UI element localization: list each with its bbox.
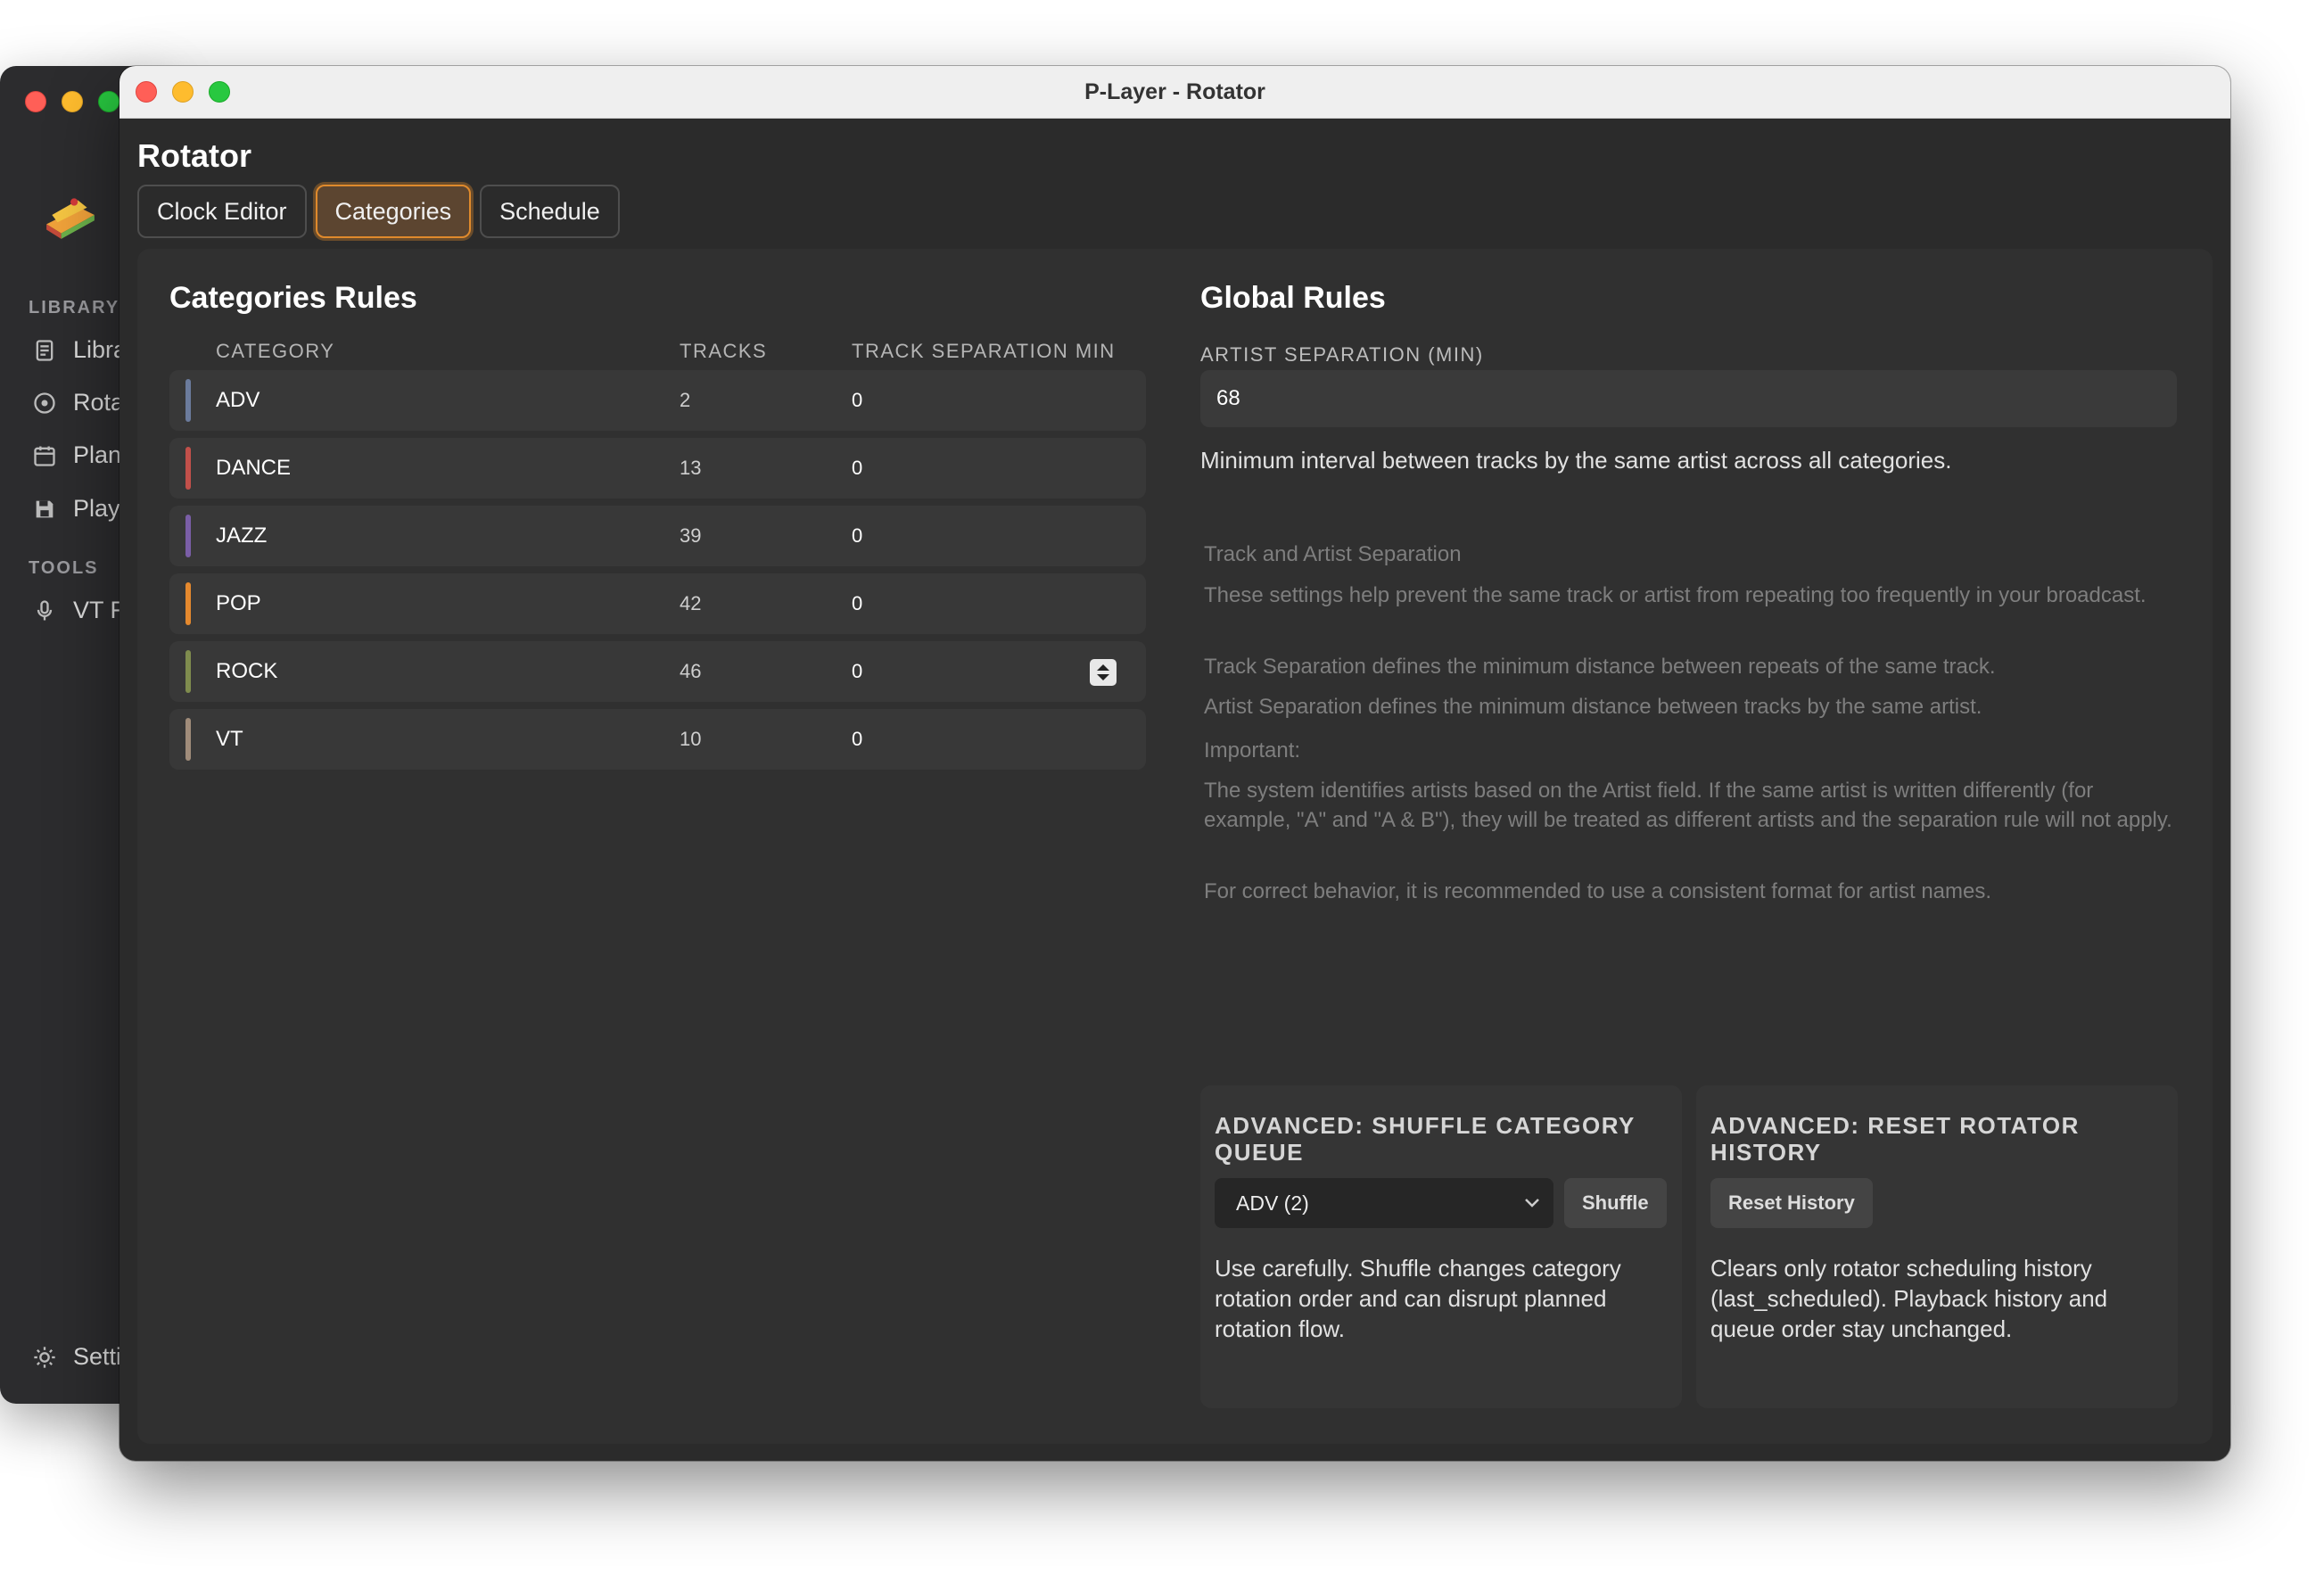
- help-text: These settings help prevent the same tra…: [1204, 583, 2147, 607]
- page-title: Rotator: [137, 137, 251, 174]
- track-separation-field[interactable]: 0: [852, 709, 862, 770]
- tab-clock-editor[interactable]: Clock Editor: [137, 185, 307, 238]
- category-name: ADV: [216, 388, 260, 412]
- window-title: P-Layer - Rotator: [1084, 78, 1265, 104]
- sidebar-item-rotator[interactable]: Rota: [32, 389, 124, 416]
- save-icon: [36, 500, 54, 517]
- help-heading: Track and Artist Separation: [1204, 542, 1462, 566]
- shuffle-card-title: ADVANCED: SHUFFLE CATEGORY QUEUE: [1215, 1112, 1636, 1166]
- categories-title: Categories Rules: [169, 281, 417, 315]
- calendar-icon: [34, 446, 55, 466]
- sidebar-item-playlists[interactable]: Play: [32, 495, 120, 523]
- category-track-count: 46: [680, 660, 702, 682]
- gear-icon: [34, 1346, 55, 1368]
- microphone-icon: [37, 599, 53, 620]
- reset-card-title: ADVANCED: RESET ROTATOR HISTORY: [1710, 1112, 2080, 1166]
- category-color-bar: [185, 515, 191, 557]
- category-track-count: 42: [680, 592, 702, 614]
- zoom-button[interactable]: [98, 91, 119, 112]
- category-color-bar: [185, 379, 191, 422]
- table-row[interactable]: ROCK 46 0: [169, 641, 1146, 702]
- zoom-button[interactable]: [209, 81, 230, 103]
- minimize-button[interactable]: [172, 81, 194, 103]
- minimize-button[interactable]: [62, 91, 83, 112]
- category-track-count: 39: [680, 524, 702, 547]
- track-separation-field[interactable]: 0: [852, 370, 862, 431]
- category-select-value: ADV (2): [1236, 1191, 1309, 1215]
- library-heading: LIBRARY: [29, 298, 120, 317]
- help-text: For correct behavior, it is recommended …: [1204, 879, 1992, 903]
- track-separation-field[interactable]: 0: [852, 573, 862, 634]
- table-row[interactable]: DANCE 13 0: [169, 438, 1146, 499]
- target-icon: [34, 392, 55, 414]
- global-rules-title: Global Rules: [1200, 281, 1386, 315]
- reset-history-button[interactable]: Reset History: [1710, 1178, 1873, 1228]
- category-color-bar: [185, 650, 191, 693]
- category-name: VT: [216, 727, 243, 751]
- table-row[interactable]: JAZZ 39 0: [169, 506, 1146, 566]
- help-text: Artist Separation defines the minimum di…: [1204, 695, 1982, 719]
- help-text: The system identifies artists based on t…: [1204, 779, 2172, 832]
- sidebar-item-planner[interactable]: Plan: [32, 441, 121, 469]
- rotator-window: P-Layer - Rotator Rotator Clock Editor C…: [119, 66, 2230, 1461]
- sidebar-item-label: Plan: [73, 441, 122, 468]
- help-text: Track Separation defines the minimum dis…: [1204, 655, 1996, 679]
- shuffle-card: ADVANCED: SHUFFLE CATEGORY QUEUE ADV (2)…: [1200, 1085, 1682, 1408]
- sidebar-item-label: Setti: [73, 1343, 122, 1370]
- stepper-icon[interactable]: [1090, 659, 1117, 686]
- app-logo-icon: [46, 198, 95, 239]
- background-window-controls: [25, 91, 119, 112]
- table-row[interactable]: POP 42 0: [169, 573, 1146, 634]
- sidebar-item-label: VT F: [73, 597, 126, 623]
- sidebar-item-settings[interactable]: Setti: [32, 1343, 121, 1371]
- reset-description: Clears only rotator scheduling history (…: [1710, 1255, 2108, 1342]
- table-row[interactable]: VT 10 0: [169, 709, 1146, 770]
- close-button[interactable]: [25, 91, 46, 112]
- category-color-bar: [185, 582, 191, 625]
- artist-separation-label: ARTIST SEPARATION (MIN): [1200, 343, 1484, 366]
- title-bar[interactable]: P-Layer - Rotator: [119, 66, 2230, 119]
- close-button[interactable]: [136, 81, 157, 103]
- table-row[interactable]: ADV 2 0: [169, 370, 1146, 431]
- category-name: DANCE: [216, 456, 292, 480]
- category-track-count: 10: [680, 728, 702, 750]
- track-separation-field[interactable]: 0: [852, 506, 862, 566]
- column-header-tracks: TRACKS: [680, 340, 768, 362]
- categories-panel: Categories Rules CATEGORY TRACKS TRACK S…: [137, 249, 2213, 1444]
- tab-bar: Clock Editor Categories Schedule: [137, 185, 620, 238]
- shuffle-button[interactable]: Shuffle: [1564, 1178, 1667, 1228]
- chevron-down-icon: [1525, 1199, 1539, 1208]
- category-track-count: 13: [680, 457, 702, 479]
- document-icon: [36, 339, 54, 361]
- reset-card: ADVANCED: RESET ROTATOR HISTORY Reset Hi…: [1696, 1085, 2178, 1408]
- track-separation-field[interactable]: 0: [852, 438, 862, 499]
- artist-separation-input[interactable]: [1200, 370, 2177, 427]
- column-header-separation: TRACK SEPARATION MIN: [852, 340, 1116, 362]
- category-select[interactable]: ADV (2): [1215, 1178, 1553, 1228]
- category-color-bar: [185, 718, 191, 761]
- category-name: POP: [216, 591, 261, 615]
- shuffle-description: Use carefully. Shuffle changes category …: [1215, 1255, 1621, 1342]
- window-controls: [136, 81, 230, 103]
- category-name: ROCK: [216, 659, 278, 683]
- sidebar-item-label: Rota: [73, 389, 125, 416]
- track-separation-field[interactable]: 0: [852, 641, 862, 702]
- sidebar-item-library[interactable]: Libra: [32, 336, 127, 364]
- column-header-category: CATEGORY: [216, 340, 335, 362]
- sidebar-item-vt[interactable]: VT F: [32, 597, 125, 624]
- sidebar-item-label: Play: [73, 495, 120, 522]
- category-name: JAZZ: [216, 523, 268, 548]
- tab-categories[interactable]: Categories: [315, 185, 472, 238]
- tab-schedule[interactable]: Schedule: [480, 185, 620, 238]
- help-important-label: Important:: [1204, 738, 1301, 763]
- category-color-bar: [185, 447, 191, 490]
- category-track-count: 2: [680, 389, 691, 411]
- tools-heading: TOOLS: [29, 558, 99, 578]
- artist-separation-description: Minimum interval between tracks by the s…: [1200, 447, 1952, 474]
